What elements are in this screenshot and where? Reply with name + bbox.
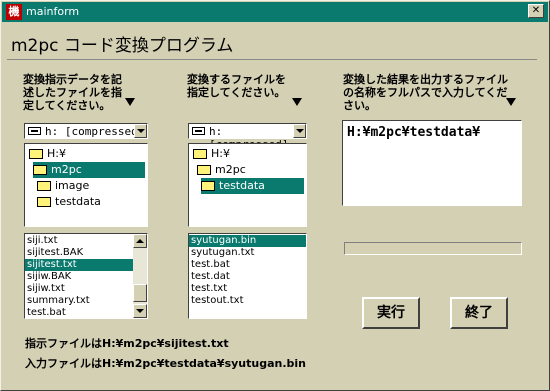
file-item[interactable]: sijitest.BAK xyxy=(25,247,133,259)
file-item[interactable]: test.dat xyxy=(189,271,306,283)
down-arrow-icon xyxy=(292,98,302,106)
dir-item-root[interactable]: H:¥ xyxy=(193,146,230,162)
dir-item-testdata[interactable]: testdata xyxy=(37,194,101,210)
drive-select-1[interactable]: h: [compressed] xyxy=(24,123,148,139)
file-item[interactable]: test.bat xyxy=(25,307,133,318)
file-item[interactable]: syutugan.txt xyxy=(189,247,306,259)
output-path-input[interactable]: H:¥m2pc¥testdata¥ xyxy=(342,120,522,206)
scroll-down-icon[interactable] xyxy=(133,304,147,318)
file-item[interactable]: testout.txt xyxy=(189,295,306,307)
folder-open-icon xyxy=(33,165,47,175)
scrollbar-1[interactable] xyxy=(133,234,147,318)
chevron-down-icon[interactable] xyxy=(293,124,306,138)
file-item-selected[interactable]: syutugan.bin xyxy=(189,235,306,247)
run-button[interactable]: 実行 xyxy=(362,297,420,329)
scroll-thumb[interactable] xyxy=(133,284,147,302)
file-item[interactable]: sijiw.txt xyxy=(25,283,133,295)
app-icon: 機 xyxy=(6,4,22,20)
folder-icon xyxy=(37,181,51,191)
drive-icon xyxy=(28,127,41,135)
down-arrow-icon xyxy=(125,98,135,106)
folder-open-icon xyxy=(193,149,207,159)
output-file-label: 変換した結果を出力するファイルの名称をフルパスで入力してください。 xyxy=(343,73,508,112)
drive-select-1-value: h: [compressed] xyxy=(45,125,145,138)
directory-list-2[interactable]: H:¥ m2pc testdata xyxy=(188,143,307,227)
scroll-up-icon[interactable] xyxy=(133,234,147,248)
dir-item-image[interactable]: image xyxy=(37,178,89,194)
folder-icon xyxy=(37,197,51,207)
main-window: 機 mainform ✕ m2pc コード変換プログラム 変換指示データを記述し… xyxy=(0,0,550,391)
dir-item-m2pc[interactable]: m2pc xyxy=(33,162,145,178)
file-item[interactable]: test.txt xyxy=(189,283,306,295)
dir-item-m2pc[interactable]: m2pc xyxy=(197,162,246,178)
folder-open-icon xyxy=(197,165,211,175)
close-button[interactable]: ✕ xyxy=(528,4,544,18)
drive-select-2[interactable]: h: [compressed] xyxy=(188,123,307,151)
file-list-1[interactable]: siji.txt sijitest.BAK sijitest.txt sijiw… xyxy=(24,233,148,319)
output-path-value: H:¥m2pc¥testdata¥ xyxy=(347,125,481,140)
progress-bar xyxy=(344,242,522,255)
directory-list-1[interactable]: H:¥ m2pc image testdata xyxy=(24,143,148,227)
drive-icon xyxy=(192,127,205,135)
chevron-down-icon[interactable] xyxy=(134,124,147,138)
folder-open-icon xyxy=(29,149,43,159)
file-list-2[interactable]: syutugan.bin syutugan.txt test.bat test.… xyxy=(188,233,307,319)
file-item[interactable]: siji.txt xyxy=(25,235,133,247)
window-title: mainform xyxy=(26,5,80,18)
down-arrow-icon xyxy=(506,98,516,106)
folder-open-icon xyxy=(201,181,215,191)
page-title: m2pc コード変換プログラム xyxy=(11,36,234,56)
title-bar[interactable]: 機 mainform ✕ xyxy=(2,2,548,22)
header-panel: m2pc コード変換プログラム xyxy=(7,27,537,60)
input-file-label: 変換するファイルを指定してください。 xyxy=(187,73,286,99)
instruction-file-label: 変換指示データを記述したファイルを指定してください。 xyxy=(23,73,122,112)
file-item[interactable]: summary.txt xyxy=(25,295,133,307)
instruction-file-status: 指示ファイルはH:¥m2pc¥sijitest.txt xyxy=(25,337,229,350)
dir-item-root[interactable]: H:¥ xyxy=(29,146,66,162)
input-file-status: 入力ファイルはH:¥m2pc¥testdata¥syutugan.bin xyxy=(25,357,306,370)
dir-item-testdata[interactable]: testdata xyxy=(201,178,304,194)
file-item[interactable]: sijiw.BAK xyxy=(25,271,133,283)
file-item[interactable]: test.bat xyxy=(189,259,306,271)
file-item-selected[interactable]: sijitest.txt xyxy=(25,259,133,271)
exit-button[interactable]: 終了 xyxy=(450,297,508,329)
